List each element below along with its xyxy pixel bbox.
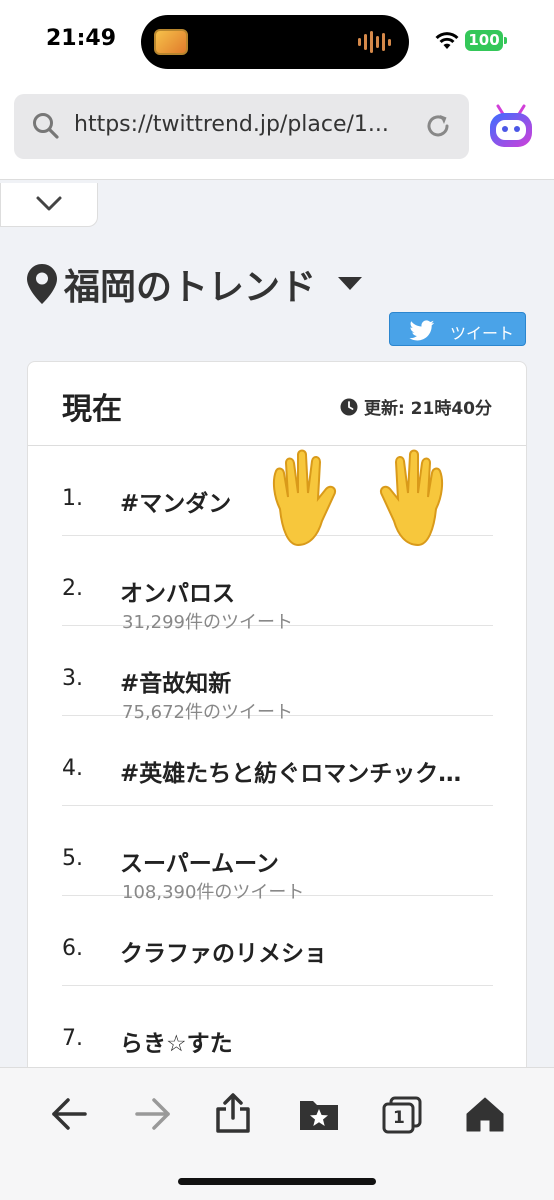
now-playing-artwork bbox=[154, 29, 188, 55]
tweet-button[interactable]: ツイート bbox=[389, 312, 526, 346]
back-arrow-icon[interactable] bbox=[50, 1096, 88, 1132]
share-icon[interactable] bbox=[214, 1092, 252, 1134]
trend-rank: 3. bbox=[62, 666, 83, 691]
reload-icon[interactable] bbox=[423, 111, 453, 141]
status-bar: 21:49 100 bbox=[0, 0, 554, 84]
trend-row[interactable]: 3. #音故知新 75,672件のツイート bbox=[62, 626, 493, 723]
trend-name[interactable]: スーパームーン bbox=[120, 844, 492, 878]
trend-row[interactable]: 7. らき☆すた bbox=[62, 986, 493, 1076]
trend-rank: 7. bbox=[62, 1026, 83, 1051]
tabs-button[interactable]: 1 bbox=[382, 1096, 422, 1134]
browser-address-bar-row: https://twittrend.jp/place/1... bbox=[0, 84, 554, 180]
trend-name[interactable]: #英雄たちと紡ぐロマンチック… bbox=[120, 754, 492, 788]
chevron-down-icon bbox=[36, 196, 62, 211]
trend-row[interactable]: 6. クラファのリメショ bbox=[62, 896, 493, 986]
updated-time: 更新: 21時40分 bbox=[340, 394, 492, 419]
twitter-bird-icon bbox=[409, 320, 435, 341]
menu-toggle-button[interactable] bbox=[0, 183, 98, 227]
home-indicator[interactable] bbox=[178, 1178, 376, 1185]
location-pin-icon bbox=[27, 264, 57, 304]
forward-arrow-icon[interactable] bbox=[134, 1096, 172, 1132]
trend-row[interactable]: 4. #英雄たちと紡ぐロマンチック… bbox=[62, 716, 493, 806]
tweet-button-label: ツイート bbox=[450, 324, 515, 343]
battery-indicator: 100 bbox=[465, 30, 507, 51]
updated-time-text: 更新: 21時40分 bbox=[363, 399, 492, 419]
bookmarks-icon[interactable] bbox=[298, 1096, 340, 1132]
search-icon bbox=[33, 113, 59, 139]
status-time: 21:49 bbox=[46, 26, 117, 51]
trend-name[interactable]: #音故知新 bbox=[120, 664, 492, 698]
raised-hands-emoji bbox=[272, 449, 444, 547]
trend-name[interactable]: クラファのリメショ bbox=[120, 934, 492, 968]
audio-wave-icon bbox=[358, 30, 391, 54]
card-heading: 現在 bbox=[62, 392, 122, 427]
home-icon[interactable] bbox=[466, 1096, 504, 1132]
tabs-count: 1 bbox=[393, 1108, 405, 1128]
trend-rank: 5. bbox=[62, 846, 83, 871]
trend-rank: 6. bbox=[62, 936, 83, 961]
trend-row[interactable]: 5. スーパームーン 108,390件のツイート bbox=[62, 806, 493, 903]
trend-rank: 1. bbox=[62, 486, 83, 511]
clock-icon bbox=[340, 398, 358, 415]
wifi-icon bbox=[435, 32, 459, 49]
url-text: https://twittrend.jp/place/1... bbox=[74, 112, 389, 137]
trend-name[interactable]: オンパロス bbox=[120, 574, 492, 608]
extension-bot-icon[interactable] bbox=[486, 102, 536, 152]
dynamic-island[interactable] bbox=[141, 15, 409, 69]
trend-rank: 2. bbox=[62, 576, 83, 601]
trend-name[interactable]: らき☆すた bbox=[120, 1024, 492, 1058]
address-bar[interactable]: https://twittrend.jp/place/1... bbox=[14, 94, 469, 159]
trend-rank: 4. bbox=[62, 756, 83, 781]
page-title-row[interactable]: 福岡のトレンド bbox=[26, 258, 363, 310]
caret-down-icon bbox=[338, 277, 363, 290]
browser-toolbar: 1 bbox=[0, 1067, 554, 1200]
page-title: 福岡のトレンド bbox=[64, 267, 317, 308]
card-header: 現在 更新: 21時40分 bbox=[28, 362, 526, 446]
